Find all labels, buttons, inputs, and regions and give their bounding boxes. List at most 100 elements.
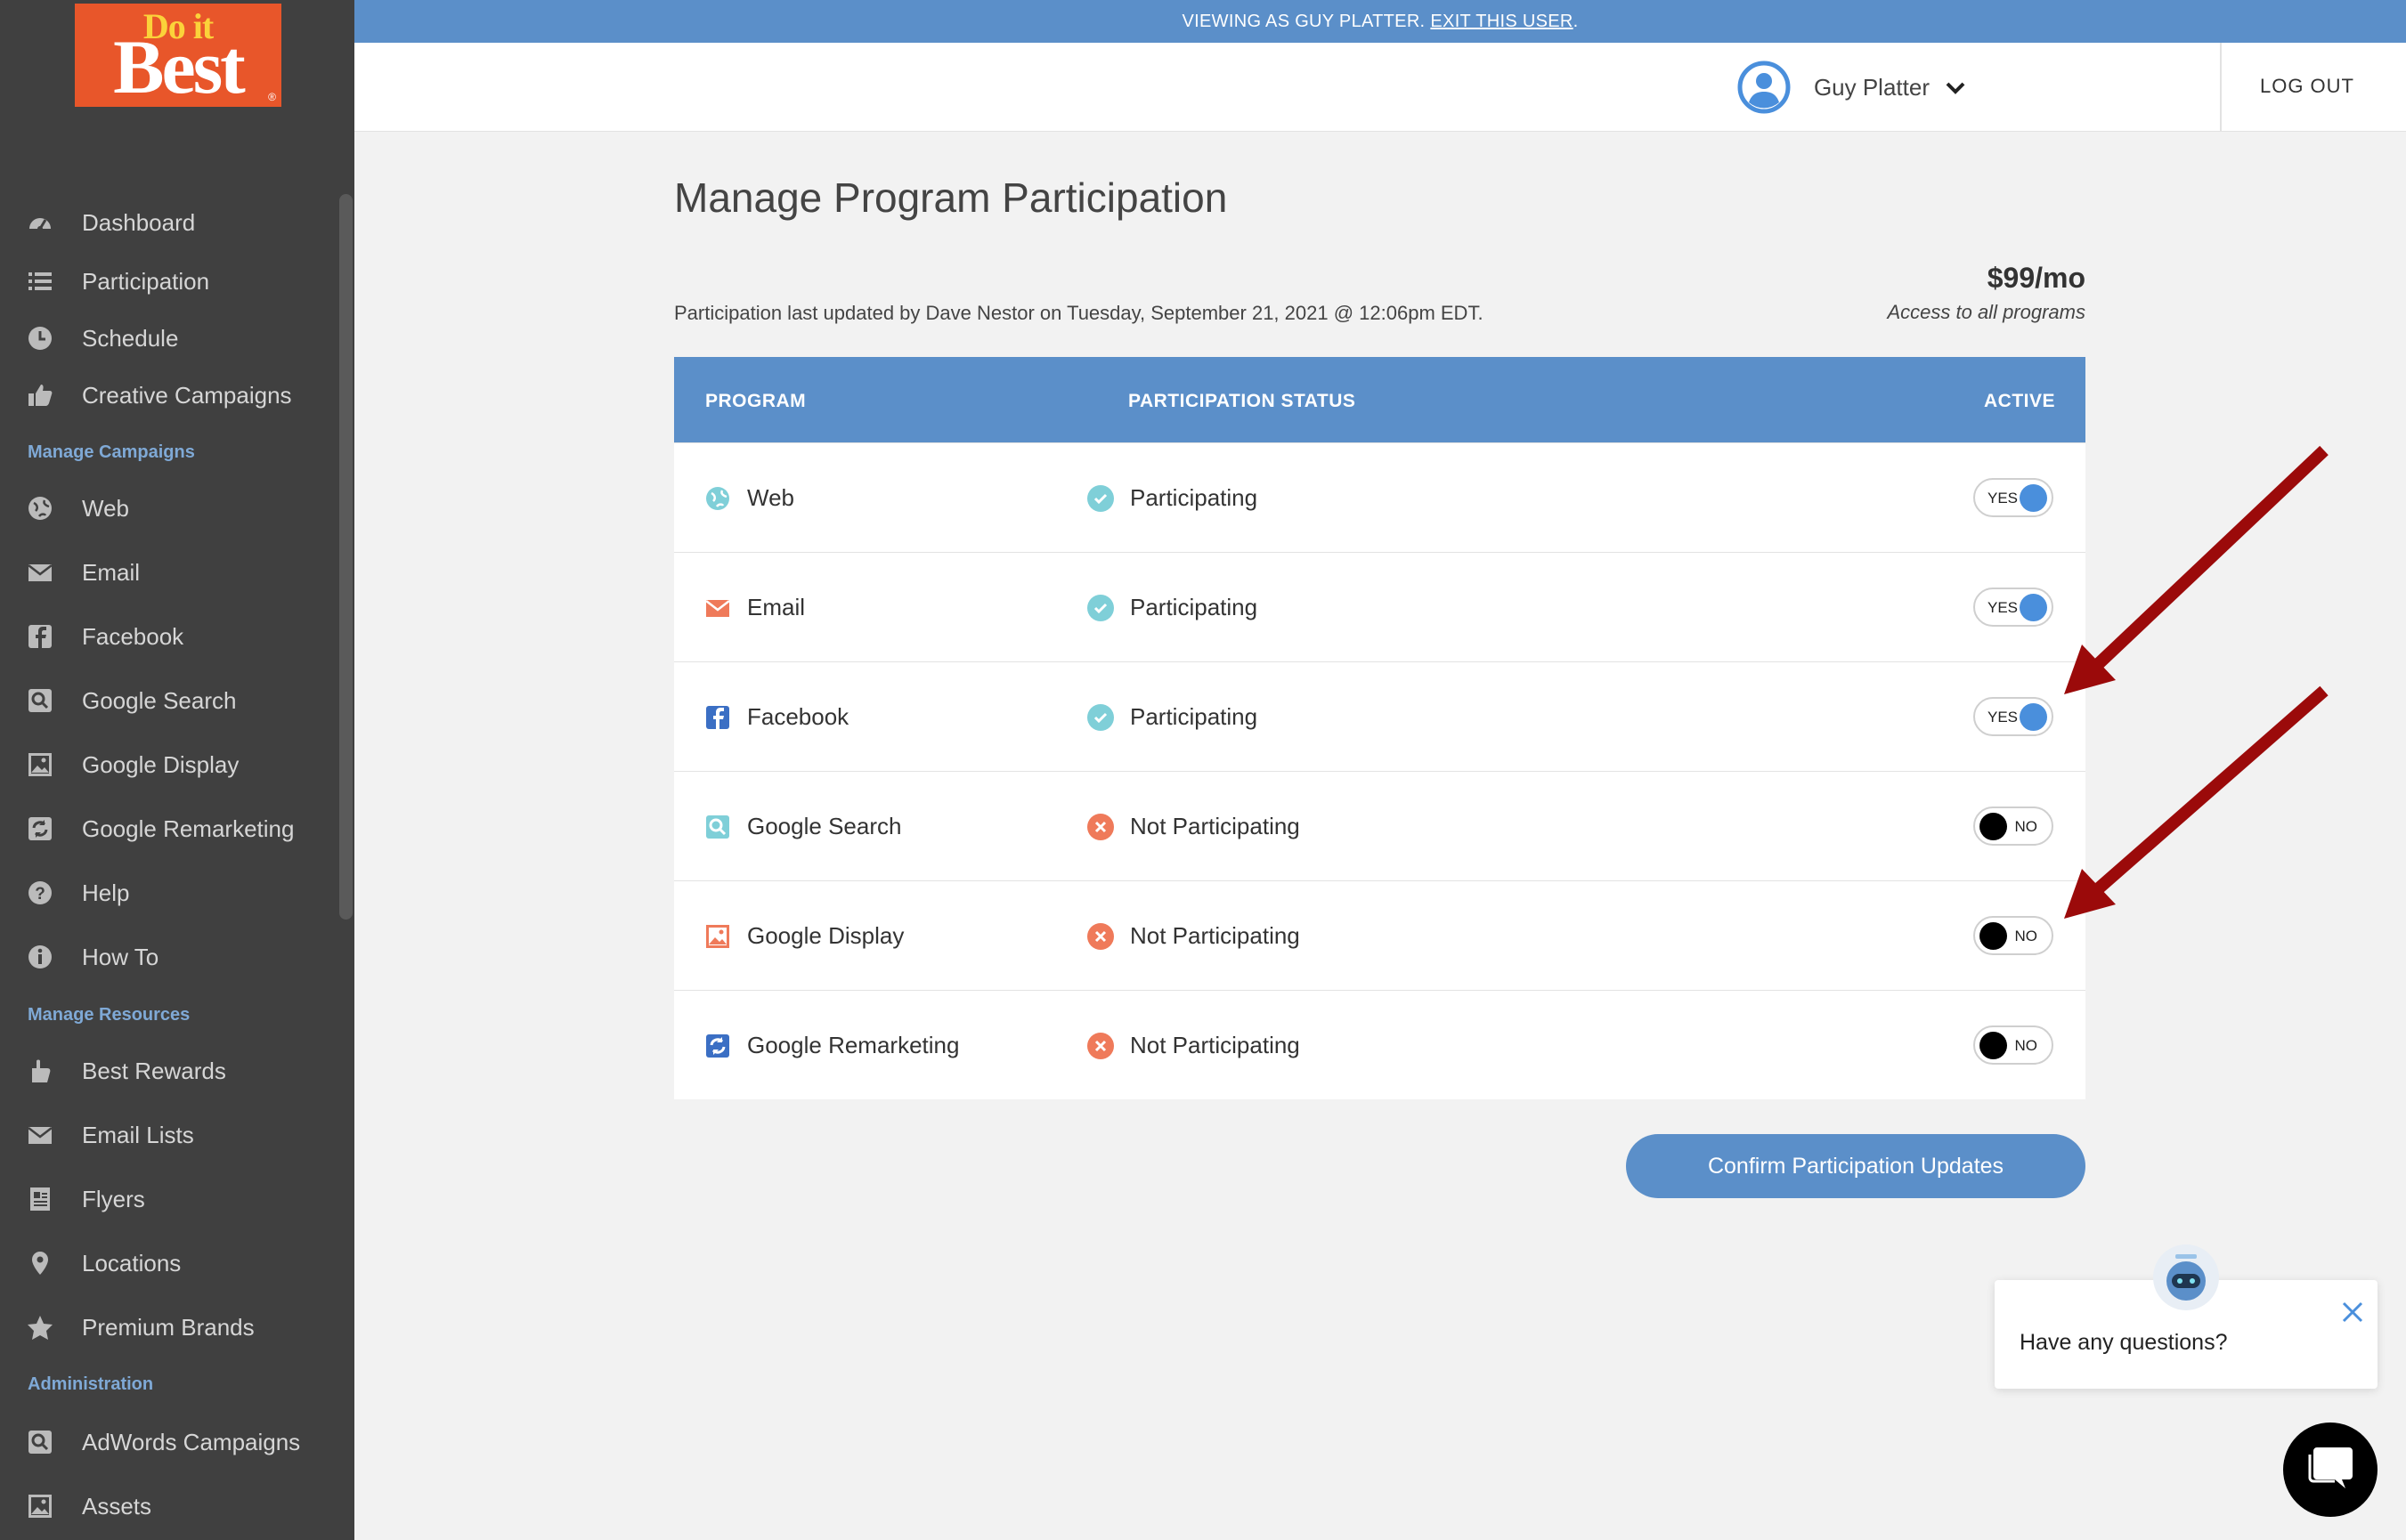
sidebar-item-google-search[interactable]: Google Search (25, 683, 236, 718)
sidebar-item-email[interactable]: Email (25, 555, 140, 590)
table-row: Google Remarketing Not Participating NO (674, 990, 2085, 1099)
status-cell: Not Participating (1087, 772, 1300, 881)
page-title: Manage Program Participation (674, 174, 1228, 221)
program-name: Email (747, 594, 806, 620)
clock-icon (25, 323, 55, 353)
section-manage-resources: Manage Resources (28, 1005, 191, 1025)
status-cell: Not Participating (1087, 881, 1300, 991)
sidebar-item-label: Google Display (82, 750, 240, 778)
sidebar-item-label: Locations (82, 1249, 182, 1277)
close-icon[interactable] (2340, 1300, 2365, 1329)
sidebar-item-participation[interactable]: Participation (25, 263, 209, 299)
refresh-icon (704, 1033, 731, 1059)
logo[interactable]: Do it Best ® (75, 4, 281, 107)
refresh-icon (25, 814, 55, 844)
program-cell: Facebook (704, 662, 849, 772)
sidebar-item-label: Dashboard (82, 208, 196, 236)
document-icon (25, 1184, 55, 1214)
sidebar-item-best-rewards[interactable]: Best Rewards (25, 1053, 226, 1089)
envelope-icon (25, 557, 55, 588)
active-toggle-google-remarketing[interactable]: NO (1973, 1025, 2053, 1065)
arrow-to-facebook-toggle (2064, 445, 2329, 694)
logo-line2: Best (113, 24, 246, 109)
sidebar-scrollbar[interactable] (339, 194, 353, 920)
program-cell: Google Remarketing (704, 991, 959, 1100)
globe-icon (704, 485, 731, 512)
chat-launcher-button[interactable] (2283, 1422, 2378, 1517)
section-administration: Administration (28, 1374, 154, 1394)
status-text: Not Participating (1130, 813, 1300, 839)
status-text: Participating (1130, 703, 1258, 730)
program-name: Facebook (747, 703, 849, 730)
envelope-icon (704, 595, 731, 621)
thumbs-up-icon (25, 380, 55, 410)
arrow-to-google-display-toggle (2064, 685, 2329, 919)
sidebar-item-label: Schedule (82, 324, 179, 352)
sidebar-item-label: Premium Brands (82, 1313, 255, 1341)
sidebar-item-email-lists[interactable]: Email Lists (25, 1117, 194, 1153)
program-cell: Google Display (704, 881, 904, 991)
price-subtitle: Access to all programs (1887, 301, 2085, 323)
table-row: Web Participating YES (674, 442, 2085, 552)
sidebar: Do it Best ® Dashboard Participation Sch… (0, 0, 354, 1540)
program-name: Google Remarketing (747, 1032, 960, 1058)
header-divider (2220, 43, 2222, 132)
table-row: Google Search Not Participating NO (674, 771, 2085, 880)
globe-icon (25, 493, 55, 523)
image-icon (704, 923, 731, 950)
sidebar-item-adwords-campaigns[interactable]: AdWords Campaigns (25, 1424, 300, 1460)
user-menu[interactable]: Guy Platter (1737, 61, 1965, 114)
program-cell: Google Search (704, 772, 901, 881)
sidebar-item-web[interactable]: Web (25, 490, 129, 526)
program-name: Google Display (747, 922, 905, 949)
user-name: Guy Platter (1813, 73, 1930, 101)
confirm-participation-button[interactable]: Confirm Participation Updates (1626, 1134, 2085, 1198)
map-pin-icon (25, 1248, 55, 1278)
sidebar-item-schedule[interactable]: Schedule (25, 320, 178, 356)
sidebar-item-label: How To (82, 943, 159, 970)
sidebar-item-label: Facebook (82, 622, 184, 650)
facebook-icon (25, 621, 55, 652)
sidebar-item-how-to[interactable]: How To (25, 939, 159, 975)
sidebar-item-premium-brands[interactable]: Premium Brands (25, 1309, 255, 1345)
search-icon (25, 685, 55, 716)
toggle-knob (1979, 1032, 2007, 1059)
sidebar-item-label: Web (82, 494, 129, 522)
sidebar-item-assets[interactable]: Assets (25, 1488, 151, 1524)
toggle-label: YES (1987, 490, 2019, 507)
status-cell: Not Participating (1087, 991, 1300, 1100)
logout-button[interactable]: LOG OUT (2260, 75, 2354, 98)
sidebar-item-flyers[interactable]: Flyers (25, 1181, 145, 1217)
sidebar-item-dashboard[interactable]: Dashboard (25, 205, 195, 240)
toggle-knob (1979, 813, 2007, 840)
chat-question: Have any questions? (2020, 1330, 2228, 1355)
sidebar-item-creative-campaigns[interactable]: Creative Campaigns (25, 377, 292, 413)
logo-registered: ® (268, 91, 276, 103)
program-cell: Web (704, 443, 794, 553)
sidebar-item-facebook[interactable]: Facebook (25, 619, 183, 654)
table-row: Facebook Participating YES (674, 661, 2085, 771)
image-icon (25, 750, 55, 780)
envelope-icon (25, 1120, 55, 1150)
status-text: Not Participating (1130, 922, 1300, 949)
svg-text:?: ? (35, 885, 45, 904)
x-circle-icon (1087, 813, 1114, 840)
sidebar-item-label: Email Lists (82, 1121, 194, 1148)
check-circle-icon (1087, 594, 1114, 621)
sidebar-item-google-remarketing[interactable]: Google Remarketing (25, 811, 294, 847)
sidebar-item-help[interactable]: ? Help (25, 875, 129, 911)
column-header-program: PROGRAM (705, 391, 807, 411)
status-text: Participating (1130, 484, 1258, 511)
exit-user-link[interactable]: EXIT THIS USER (1430, 12, 1573, 32)
program-cell: Email (704, 553, 805, 662)
chevron-down-icon (1946, 74, 1965, 101)
sidebar-item-label: Assets (82, 1492, 152, 1520)
sidebar-item-label: Google Search (82, 686, 237, 714)
annotation-arrows (2064, 445, 2329, 919)
search-icon (704, 814, 731, 840)
sidebar-item-locations[interactable]: Locations (25, 1245, 181, 1281)
sidebar-item-label: AdWords Campaigns (82, 1428, 301, 1455)
hand-icon (25, 1056, 55, 1086)
bot-avatar-icon (2153, 1244, 2219, 1310)
sidebar-item-google-display[interactable]: Google Display (25, 747, 239, 782)
